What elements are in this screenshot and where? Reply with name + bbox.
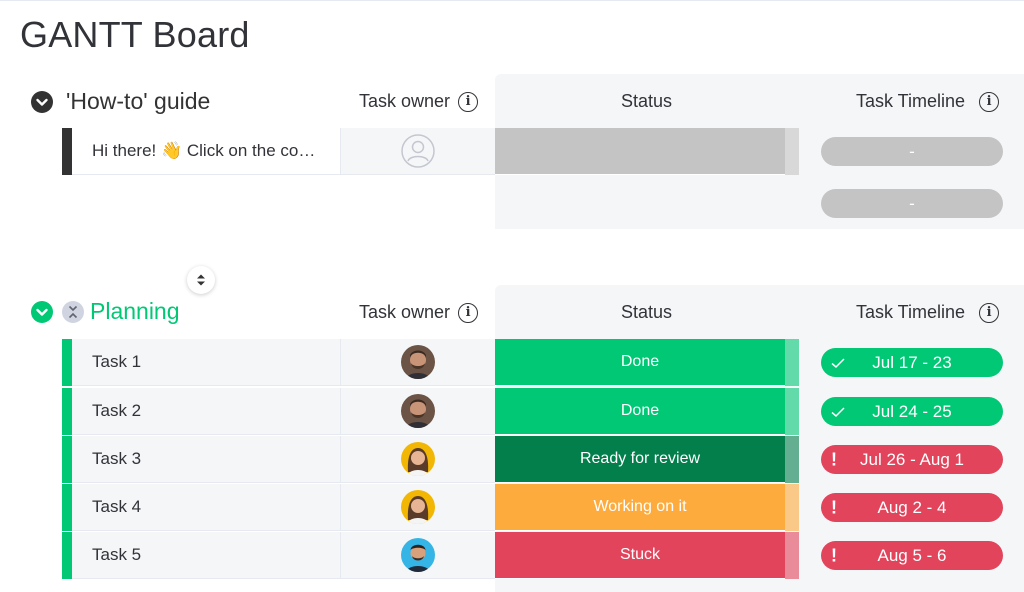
- owner-cell[interactable]: [340, 436, 495, 483]
- chevron-down-icon: [36, 98, 48, 106]
- group-color-bar: [62, 436, 72, 483]
- group-color-bar: [62, 388, 72, 435]
- group-header-howto: 'How-to' guide Task owner i Status Task …: [0, 74, 1024, 130]
- timeline-pill[interactable]: -: [821, 189, 1003, 218]
- timeline-pill[interactable]: Jul 17 - 23: [821, 348, 1003, 377]
- timeline-value: Jul 24 - 25: [872, 401, 952, 421]
- top-divider: [0, 0, 1024, 1]
- timeline-cell[interactable]: ! Aug 2 - 4: [799, 484, 1024, 531]
- group-title-howto[interactable]: 'How-to' guide: [66, 88, 210, 115]
- board-title[interactable]: GANTT Board: [20, 14, 250, 56]
- status-edge: [785, 436, 799, 483]
- owner-cell[interactable]: [340, 388, 495, 435]
- table-row[interactable]: Task 1 Done Jul 17 - 23: [62, 339, 1024, 386]
- owner-cell[interactable]: [340, 128, 495, 175]
- status-cell[interactable]: [495, 128, 785, 175]
- column-header-label: Task owner: [359, 91, 451, 111]
- bearded-man-avatar: [401, 394, 435, 428]
- timeline-pill[interactable]: ! Jul 26 - Aug 1: [821, 445, 1003, 474]
- status-cell[interactable]: Done: [495, 388, 785, 435]
- task-name-cell[interactable]: Task 1: [72, 339, 340, 386]
- timeline-pill[interactable]: Jul 24 - 25: [821, 397, 1003, 426]
- info-icon[interactable]: i: [458, 302, 479, 323]
- collapse-arrows-icon: [68, 305, 78, 319]
- man-blue-avatar: [401, 538, 435, 572]
- column-header-label: Task owner: [359, 302, 451, 322]
- timeline-cell[interactable]: Jul 17 - 23: [799, 339, 1024, 386]
- status-edge: [785, 484, 799, 531]
- status-edge: [785, 339, 799, 386]
- group-title-planning[interactable]: Planning: [90, 298, 180, 325]
- timeline-cell[interactable]: ! Aug 5 - 6: [799, 532, 1024, 579]
- status-cell[interactable]: Ready for review: [495, 436, 785, 483]
- column-header-label: Task Timeline: [856, 91, 966, 111]
- group-collapse-toggle-planning[interactable]: [31, 301, 53, 323]
- exclamation-icon: !: [831, 497, 837, 517]
- owner-cell[interactable]: [340, 339, 495, 386]
- check-icon: [831, 357, 845, 368]
- group-color-bar: [62, 128, 72, 175]
- owner-cell[interactable]: [340, 532, 495, 579]
- status-cell[interactable]: Stuck: [495, 532, 785, 579]
- column-header-task-timeline[interactable]: Task Timeline i: [856, 302, 1000, 323]
- timeline-value: -: [909, 193, 915, 213]
- task-name-cell[interactable]: Task 4: [72, 484, 340, 531]
- timeline-value: Jul 17 - 23: [872, 352, 952, 372]
- timeline-pill[interactable]: -: [821, 137, 1003, 166]
- group-header-planning: Planning Task owner i Status Task Timeli…: [0, 285, 1024, 341]
- timeline-pill[interactable]: ! Aug 2 - 4: [821, 493, 1003, 522]
- check-icon: [831, 406, 845, 417]
- info-icon[interactable]: i: [979, 91, 1000, 112]
- woman-avatar: [401, 490, 435, 524]
- task-name-cell[interactable]: Task 5: [72, 532, 340, 579]
- column-header-label: Task Timeline: [856, 302, 966, 322]
- timeline-pill[interactable]: ! Aug 5 - 6: [821, 541, 1003, 570]
- owner-cell[interactable]: [340, 484, 495, 531]
- column-header-label: Status: [621, 91, 673, 111]
- column-header-task-timeline[interactable]: Task Timeline i: [856, 91, 1000, 112]
- info-icon[interactable]: i: [979, 302, 1000, 323]
- status-edge: [785, 388, 799, 435]
- info-icon[interactable]: i: [458, 91, 479, 112]
- empty-avatar-icon: [401, 134, 435, 168]
- status-edge: [785, 128, 799, 175]
- status-cell[interactable]: Working on it: [495, 484, 785, 531]
- chevron-down-icon: [36, 308, 48, 316]
- column-header-status[interactable]: Status: [621, 302, 672, 323]
- table-row[interactable]: Task 3 Ready for review ! Jul 26 - Aug 1: [62, 436, 1024, 483]
- task-name-cell[interactable]: Task 3: [72, 436, 340, 483]
- group-color-bar: [62, 484, 72, 531]
- group-color-bar: [62, 532, 72, 579]
- column-header-label: Status: [621, 302, 673, 322]
- timeline-cell[interactable]: -: [799, 128, 1024, 175]
- column-header-status[interactable]: Status: [621, 91, 672, 112]
- bearded-man-avatar: [401, 345, 435, 379]
- timeline-value: Aug 5 - 6: [877, 545, 947, 565]
- group-collapse-toggle-howto[interactable]: [31, 91, 53, 113]
- exclamation-icon: !: [831, 545, 837, 565]
- table-row[interactable]: Task 5 Stuck ! Aug 5 - 6: [62, 532, 1024, 579]
- status-edge: [785, 532, 799, 579]
- timeline-value: -: [909, 141, 915, 161]
- table-row: -: [62, 178, 1024, 229]
- woman-avatar: [401, 442, 435, 476]
- timeline-cell[interactable]: ! Jul 26 - Aug 1: [799, 436, 1024, 483]
- table-row[interactable]: Hi there! 👋 Click on the co… -: [62, 128, 1024, 175]
- timeline-value: Aug 2 - 4: [877, 497, 947, 517]
- column-header-task-owner[interactable]: Task owner i: [359, 302, 479, 323]
- timeline-cell[interactable]: Jul 24 - 25: [799, 388, 1024, 435]
- table-row[interactable]: Task 2 Done Jul 24 - 25: [62, 388, 1024, 435]
- task-name-cell[interactable]: Task 2: [72, 388, 340, 435]
- timeline-value: Jul 26 - Aug 1: [860, 449, 964, 469]
- task-name-cell[interactable]: Hi there! 👋 Click on the co…: [72, 128, 340, 175]
- group-color-bar: [62, 339, 72, 386]
- column-header-task-owner[interactable]: Task owner i: [359, 91, 479, 112]
- exclamation-icon: !: [831, 449, 837, 469]
- timeline-cell[interactable]: -: [799, 178, 1024, 229]
- collapse-all-toggle[interactable]: [62, 301, 84, 323]
- table-row[interactable]: Task 4 Working on it ! Aug 2 - 4: [62, 484, 1024, 531]
- status-cell[interactable]: Done: [495, 339, 785, 386]
